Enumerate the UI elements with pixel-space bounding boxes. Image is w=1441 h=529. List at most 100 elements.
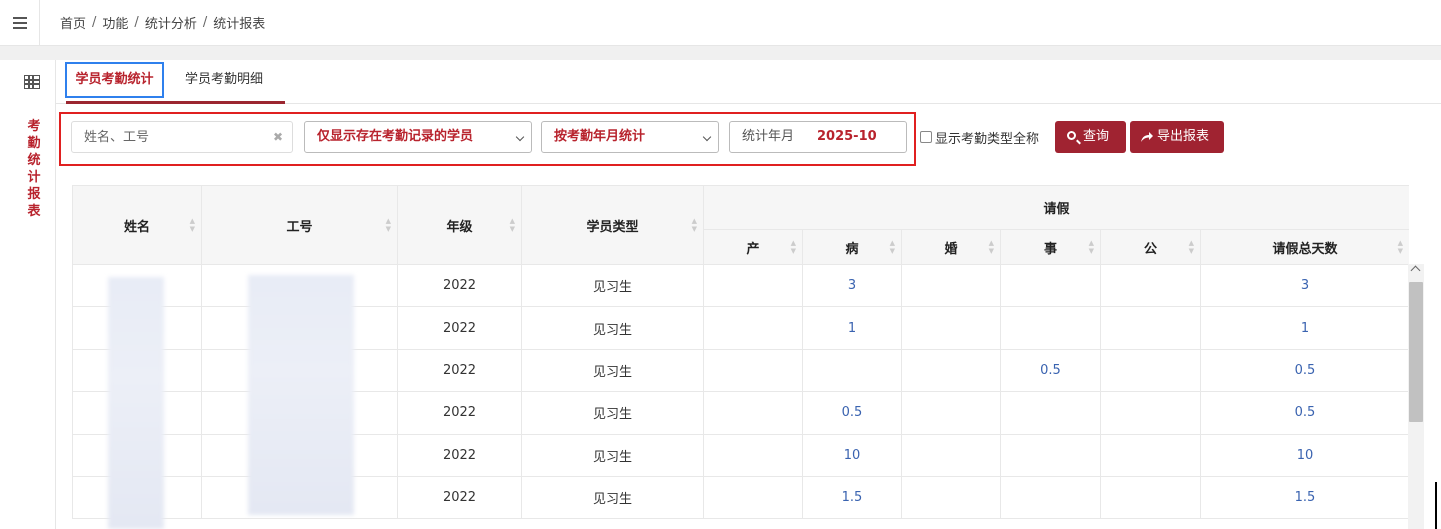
cell-student-type: 见习生 (521, 475, 704, 520)
cell-leave-marriage[interactable] (901, 433, 1001, 477)
attendance-table-container: 姓名 工号 年级 学员类型 请假 产 病 婚 事 公 请假总天数 2022 见习… (72, 185, 1409, 529)
export-report-button[interactable]: 导出报表 (1130, 121, 1224, 153)
col-header-leave-maternity[interactable]: 产 (703, 229, 803, 265)
cell-leave-sick[interactable]: 1 (802, 306, 902, 350)
vertical-title-char: 考 (27, 119, 41, 134)
cell-leave-total[interactable]: 1 (1199, 306, 1409, 350)
cell-grade: 2022 (397, 348, 522, 393)
cell-leave-maternity[interactable] (703, 391, 803, 435)
cell-student-type: 见习生 (521, 306, 704, 350)
stat-mode-select[interactable]: 按考勤年月统计 (541, 121, 719, 153)
cell-leave-official[interactable] (1100, 348, 1201, 393)
breadcrumb-separator: / (202, 15, 208, 30)
redacted-names (108, 277, 164, 529)
name-search-input[interactable] (72, 122, 262, 152)
col-header-grade[interactable]: 年级 (397, 185, 522, 265)
cell-leave-marriage[interactable] (901, 263, 1001, 308)
cell-leave-official[interactable] (1100, 391, 1201, 435)
cell-leave-marriage[interactable] (901, 306, 1001, 350)
clear-icon[interactable]: ✖ (270, 127, 286, 147)
scroll-up-icon[interactable] (1410, 265, 1421, 276)
col-header-leave-personal[interactable]: 事 (1000, 229, 1101, 265)
student-filter-value: 仅显示存在考勤记录的学员 (317, 129, 474, 144)
vertical-title-char: 计 (27, 170, 41, 185)
cell-leave-total[interactable]: 0.5 (1199, 348, 1409, 393)
query-button-label: 查询 (1083, 129, 1110, 144)
cell-leave-personal[interactable] (1000, 475, 1101, 520)
cell-leave-sick[interactable] (802, 348, 902, 393)
search-icon (1067, 131, 1076, 140)
cell-leave-personal[interactable] (1000, 306, 1101, 350)
left-strip: 考 勤 统 计 报 表 (0, 60, 56, 529)
cell-grade: 2022 (397, 263, 522, 308)
scroll-thumb[interactable] (1409, 282, 1423, 422)
cell-leave-sick[interactable]: 3 (802, 263, 902, 308)
chevron-down-icon (702, 132, 712, 142)
name-search-field[interactable]: ✖ (71, 121, 293, 153)
cell-grade: 2022 (397, 433, 522, 477)
show-fullname-checkbox[interactable] (920, 131, 932, 143)
vertical-title-char: 表 (27, 204, 41, 219)
student-filter-select[interactable]: 仅显示存在考勤记录的学员 (304, 121, 532, 153)
redacted-ids (248, 275, 354, 515)
col-header-student-type[interactable]: 学员类型 (521, 185, 704, 265)
cell-leave-personal[interactable]: 0.5 (1000, 348, 1101, 393)
breadcrumb-function[interactable]: 功能 (102, 13, 128, 32)
cell-grade: 2022 (397, 306, 522, 350)
breadcrumb-stats-analysis[interactable]: 统计分析 (145, 13, 197, 32)
tab-attendance-stats[interactable]: 学员考勤统计 (65, 60, 164, 104)
cell-leave-official[interactable] (1100, 306, 1201, 350)
cell-leave-maternity[interactable] (703, 433, 803, 477)
stat-mode-value: 按考勤年月统计 (554, 129, 646, 144)
cell-leave-official[interactable] (1100, 475, 1201, 520)
table-grid-icon[interactable] (24, 75, 40, 89)
cell-leave-sick[interactable]: 1.5 (802, 475, 902, 520)
cell-grade: 2022 (397, 391, 522, 435)
cell-leave-total[interactable]: 1.5 (1199, 475, 1409, 520)
chevron-down-icon (515, 132, 525, 142)
cell-leave-maternity[interactable] (703, 475, 803, 520)
cell-leave-total[interactable]: 0.5 (1199, 391, 1409, 435)
cell-leave-total[interactable]: 3 (1199, 263, 1409, 308)
cell-leave-maternity[interactable] (703, 348, 803, 393)
cell-grade: 2022 (397, 475, 522, 520)
cell-leave-personal[interactable] (1000, 433, 1101, 477)
cell-leave-sick[interactable]: 10 (802, 433, 902, 477)
stat-month-field[interactable]: 统计年月 2025-10 (729, 121, 907, 153)
cell-leave-sick[interactable]: 0.5 (802, 391, 902, 435)
table-vertical-scrollbar[interactable] (1408, 264, 1424, 529)
breadcrumb-separator: / (92, 15, 97, 30)
cell-leave-marriage[interactable] (901, 475, 1001, 520)
breadcrumb: 首页 / 功能 / 统计分析 / 统计报表 (40, 13, 265, 32)
cell-leave-marriage[interactable] (901, 391, 1001, 435)
col-header-name[interactable]: 姓名 (72, 185, 202, 265)
col-group-leave: 请假 (702, 185, 1409, 230)
col-header-leave-sick[interactable]: 病 (802, 229, 902, 265)
breadcrumb-separator: / (134, 15, 139, 30)
cell-leave-personal[interactable] (1000, 263, 1101, 308)
cell-leave-official[interactable] (1100, 433, 1201, 477)
query-button[interactable]: 查询 (1055, 121, 1126, 153)
tab-underline (66, 101, 285, 104)
menu-toggle-icon[interactable] (0, 0, 40, 46)
tab-attendance-detail[interactable]: 学员考勤明细 (163, 60, 285, 104)
cell-leave-total[interactable]: 10 (1199, 433, 1409, 477)
edge-marker (1435, 482, 1437, 529)
share-arrow-icon (1141, 132, 1153, 142)
cell-leave-maternity[interactable] (703, 306, 803, 350)
breadcrumb-home[interactable]: 首页 (60, 13, 86, 32)
col-header-leave-official[interactable]: 公 (1100, 229, 1201, 265)
cell-leave-marriage[interactable] (901, 348, 1001, 393)
cell-leave-official[interactable] (1100, 263, 1201, 308)
cell-student-type: 见习生 (521, 391, 704, 435)
cell-leave-personal[interactable] (1000, 391, 1101, 435)
col-header-leave-total[interactable]: 请假总天数 (1199, 229, 1409, 265)
vertical-title-char: 统 (27, 153, 41, 168)
vertical-title-char: 勤 (27, 136, 41, 151)
cell-student-type: 见习生 (521, 348, 704, 393)
col-header-leave-marriage[interactable]: 婚 (901, 229, 1001, 265)
cell-leave-maternity[interactable] (703, 263, 803, 308)
export-button-label: 导出报表 (1157, 129, 1210, 144)
show-fullname-label[interactable]: 显示考勤类型全称 (935, 128, 1039, 147)
col-header-id[interactable]: 工号 (201, 185, 398, 265)
